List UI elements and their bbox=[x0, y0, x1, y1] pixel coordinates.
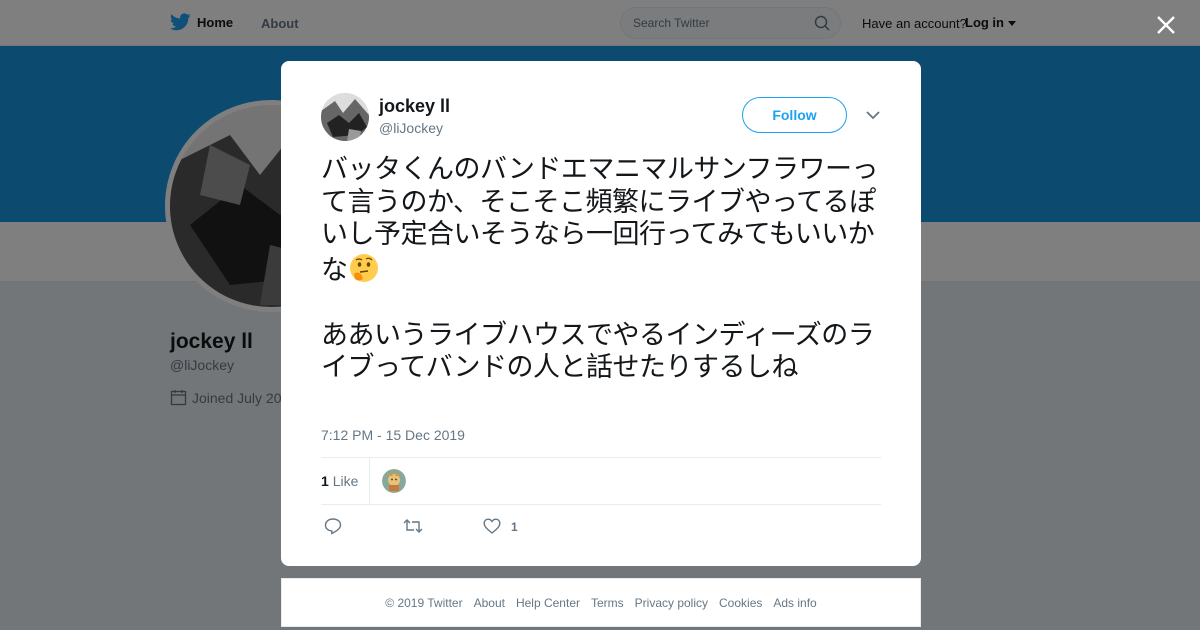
footer-copyright: © 2019 Twitter bbox=[385, 595, 463, 610]
follow-button[interactable]: Follow bbox=[742, 97, 847, 133]
close-icon[interactable] bbox=[1154, 13, 1178, 37]
action-like-count: 1 bbox=[511, 520, 518, 534]
retweet-icon[interactable] bbox=[402, 517, 424, 535]
tweet-text: バッタくんのバンドエマニマルサンフラワーって言うのか、そこそこ頻繁にライブやって… bbox=[321, 154, 891, 385]
tweet-actions: 1 bbox=[321, 515, 881, 539]
stats-divider bbox=[369, 458, 370, 504]
liker-avatar[interactable] bbox=[382, 469, 406, 493]
tweet-modal: jockey ll @liJockey Follow バッタくんのバンドエマニマ… bbox=[281, 61, 921, 566]
author-avatar[interactable] bbox=[321, 93, 369, 141]
thinking-face-emoji bbox=[349, 253, 378, 282]
footer-link-ads-info[interactable]: Ads info bbox=[773, 596, 816, 610]
footer: © 2019 Twitter About Help Center Terms P… bbox=[281, 578, 921, 627]
heart-icon[interactable] bbox=[483, 517, 501, 535]
chevron-down-icon[interactable] bbox=[865, 109, 881, 121]
reply-icon[interactable] bbox=[324, 517, 342, 535]
footer-link-help-center[interactable]: Help Center bbox=[516, 596, 580, 610]
likes-stat[interactable]: 1 Like bbox=[321, 473, 358, 489]
likes-count: 1 bbox=[321, 473, 329, 489]
tweet-text-part1: バッタくんのバンドエマニマルサンフラワーって言うのか、そこそこ頻繁にライブやって… bbox=[321, 154, 879, 286]
tweet-text-part2: ああいうライブハウスでやるインディーズのライブってバンドの人と話せたりするしね bbox=[321, 319, 875, 384]
tweet-timestamp[interactable]: 7:12 PM - 15 Dec 2019 bbox=[321, 427, 465, 443]
footer-link-privacy[interactable]: Privacy policy bbox=[635, 596, 708, 610]
author-handle[interactable]: @liJockey bbox=[379, 120, 443, 136]
footer-link-terms[interactable]: Terms bbox=[591, 596, 624, 610]
footer-link-about[interactable]: About bbox=[474, 596, 505, 610]
likes-label: Like bbox=[332, 473, 359, 489]
footer-link-cookies[interactable]: Cookies bbox=[719, 596, 762, 610]
author-name[interactable]: jockey ll bbox=[379, 96, 450, 117]
tweet-stats: 1 Like bbox=[321, 457, 881, 505]
